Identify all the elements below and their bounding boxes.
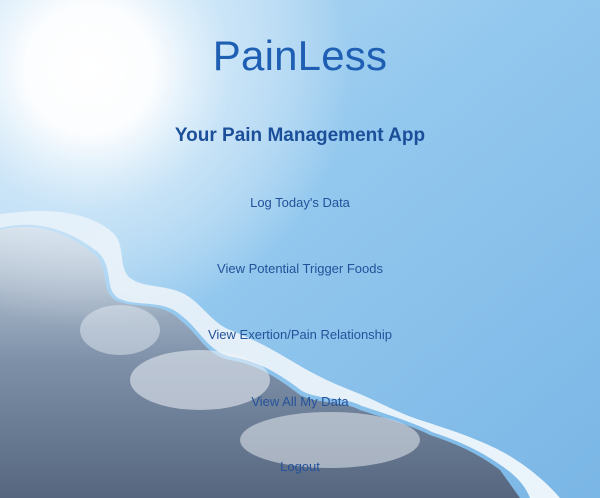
nav-link-label: View Potential Trigger Foods — [217, 261, 383, 276]
nav-link-log-todays-data[interactable]: Log Today's Data — [0, 195, 600, 210]
main-content: PainLess Your Pain Management App Log To… — [0, 0, 600, 498]
nav-link-label: View Exertion/Pain Relationship — [207, 327, 393, 342]
nav-link-view-trigger-foods[interactable]: View Potential Trigger Foods — [0, 261, 600, 276]
nav-link-view-all-data[interactable]: View All My Data — [0, 394, 600, 409]
nav-link-label: View All My Data — [251, 394, 349, 409]
nav-link-label: Log Today's Data — [250, 195, 350, 210]
app-subtitle: Your Pain Management App — [174, 125, 426, 146]
nav-link-logout[interactable]: Logout — [0, 459, 600, 474]
nav-link-label: Logout — [280, 459, 320, 474]
nav-link-view-exertion-pain[interactable]: View Exertion/Pain Relationship — [0, 327, 600, 342]
app-title: PainLess — [212, 32, 388, 79]
